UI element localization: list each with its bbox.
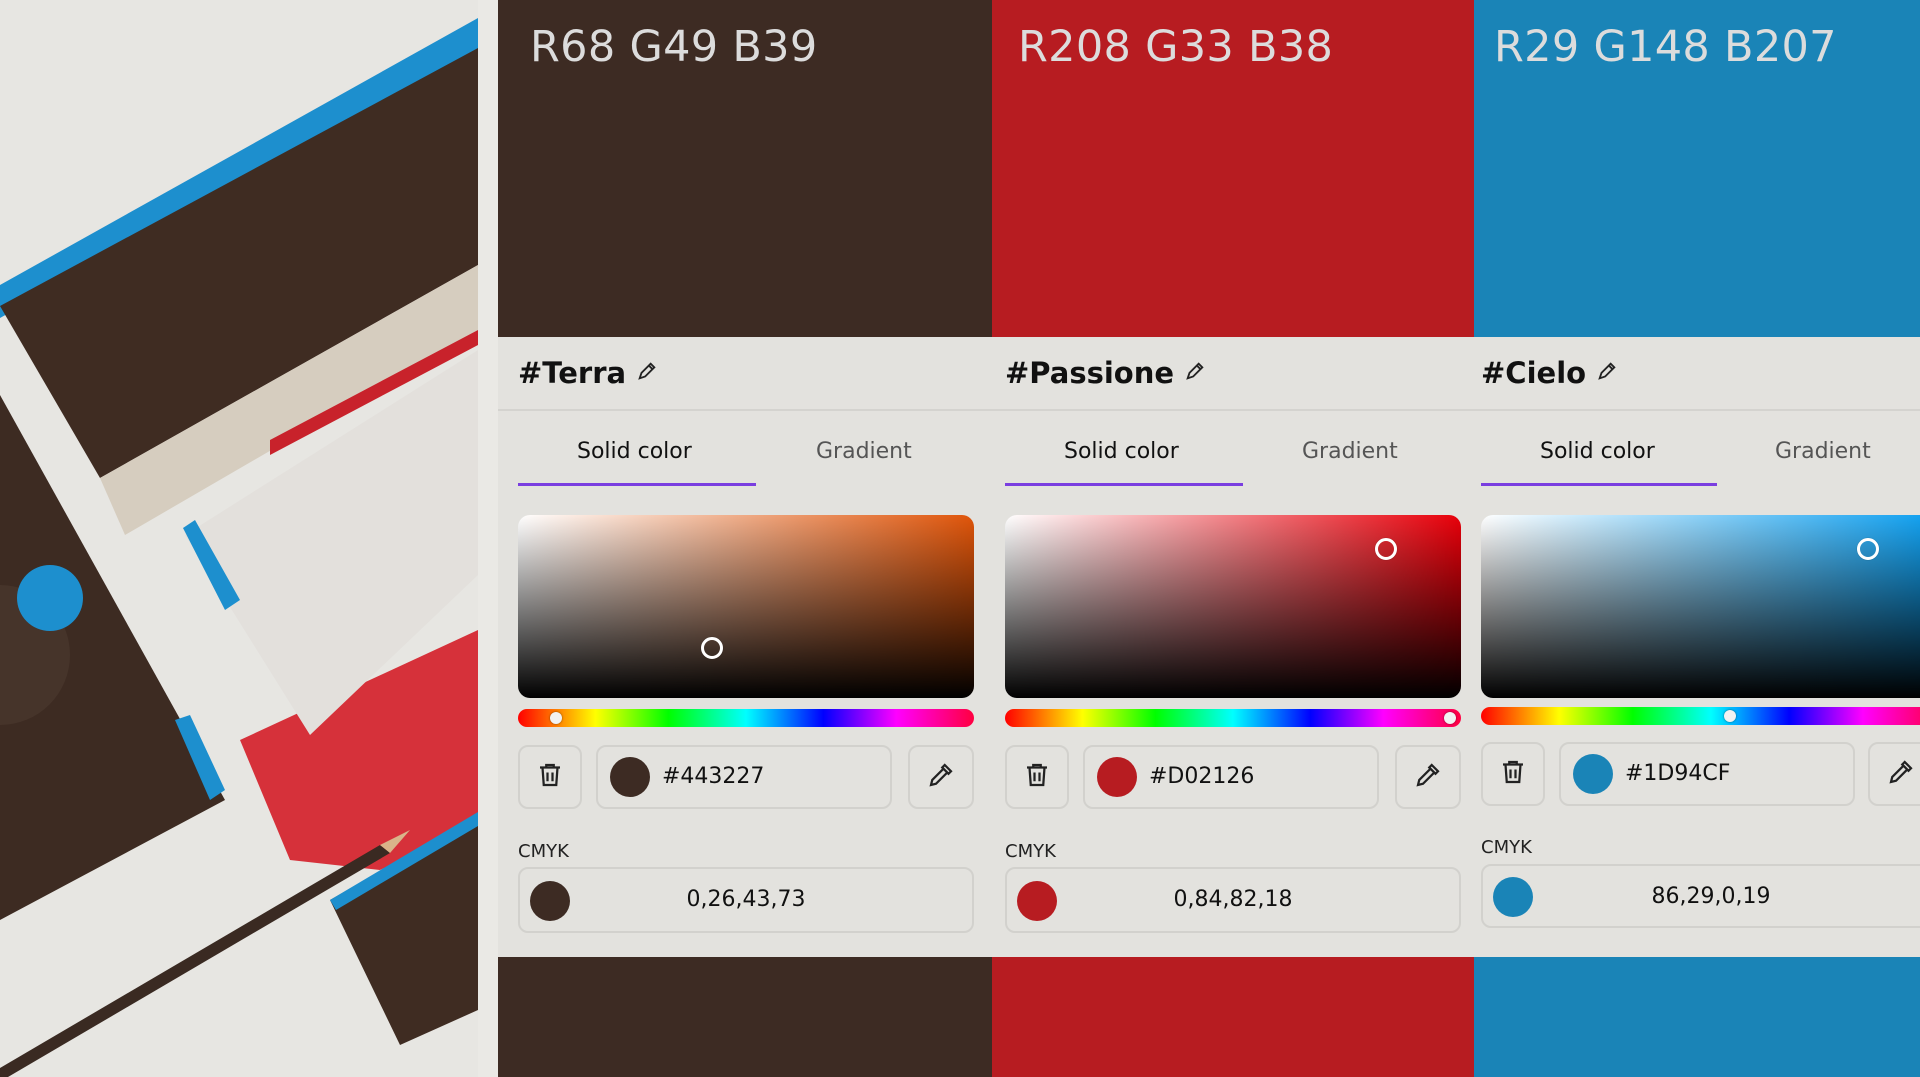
swatch-bottom <box>498 957 992 1077</box>
hue-slider[interactable] <box>518 709 974 727</box>
color-panel: #Cielo Solid color Gradient #1D94CF CMYK… <box>1474 337 1920 957</box>
hue-slider[interactable] <box>1481 707 1920 725</box>
delete-button[interactable] <box>1005 745 1069 809</box>
picker-handle[interactable] <box>1375 538 1397 560</box>
hex-input[interactable]: #D02126 <box>1083 745 1379 809</box>
color-name-row: #Cielo <box>1481 351 1618 395</box>
color-dot <box>1097 757 1137 797</box>
trash-icon <box>1498 757 1528 792</box>
picker-handle[interactable] <box>701 637 723 659</box>
color-card-terra: R68 G49 B39 #Terra Solid color Gradient … <box>498 0 992 1077</box>
color-dot <box>1573 754 1613 794</box>
color-name: #Cielo <box>1481 356 1587 390</box>
trash-icon <box>1022 760 1052 795</box>
swatch-bottom <box>992 957 1474 1077</box>
cmyk-value: 0,84,82,18 <box>1173 887 1293 912</box>
hex-value: #D02126 <box>1149 764 1255 789</box>
pencil-icon[interactable] <box>636 360 658 387</box>
tab-solid-color[interactable]: Solid color <box>1540 439 1655 464</box>
color-name-row: #Passione <box>1005 351 1206 395</box>
delete-button[interactable] <box>1481 742 1545 806</box>
eyedropper-icon <box>1413 760 1443 795</box>
eyedropper-button[interactable] <box>1395 745 1461 809</box>
color-card-cielo: R29 G148 B207 #Cielo Solid color Gradien… <box>1474 0 1920 1077</box>
tab-gradient[interactable]: Gradient <box>1302 439 1398 464</box>
picker-handle[interactable] <box>1857 538 1879 560</box>
color-panel: #Passione Solid color Gradient #D02126 C… <box>992 337 1474 957</box>
color-name-row: #Terra <box>518 351 658 395</box>
cmyk-field[interactable]: 0,84,82,18 <box>1005 867 1461 933</box>
pencil-icon[interactable] <box>1596 360 1618 387</box>
hue-slider[interactable] <box>1005 709 1461 727</box>
cmyk-label: CMYK <box>1481 837 1532 858</box>
rgb-label: R29 G148 B207 <box>1494 22 1837 72</box>
divider <box>1474 409 1920 411</box>
divider <box>992 409 1474 411</box>
cmyk-value: 0,26,43,73 <box>686 887 806 912</box>
active-tab-underline <box>518 483 756 486</box>
cmyk-field[interactable]: 86,29,0,19 <box>1481 864 1920 928</box>
hex-value: #443227 <box>662 764 765 789</box>
rgb-label: R208 G33 B38 <box>1018 22 1334 72</box>
cmyk-label: CMYK <box>1005 841 1056 862</box>
active-tab-underline <box>1481 483 1717 486</box>
cmyk-label: CMYK <box>518 841 569 862</box>
eyedropper-button[interactable] <box>908 745 974 809</box>
active-tab-underline <box>1005 483 1243 486</box>
saturation-picker[interactable] <box>1481 515 1920 698</box>
tab-solid-color[interactable]: Solid color <box>577 439 692 464</box>
color-dot <box>610 757 650 797</box>
saturation-picker[interactable] <box>1005 515 1461 698</box>
cmyk-value: 86,29,0,19 <box>1651 884 1771 909</box>
divider <box>498 409 992 411</box>
pencil-icon[interactable] <box>1184 360 1206 387</box>
hex-input[interactable]: #1D94CF <box>1559 742 1855 806</box>
hex-value: #1D94CF <box>1625 761 1731 786</box>
rgb-label: R68 G49 B39 <box>530 22 818 72</box>
tab-gradient[interactable]: Gradient <box>1775 439 1871 464</box>
color-name: #Passione <box>1005 356 1175 390</box>
eyedropper-button[interactable] <box>1868 742 1920 806</box>
eyedropper-icon <box>926 760 956 795</box>
color-card-passione: R208 G33 B38 #Passione Solid color Gradi… <box>992 0 1474 1077</box>
tab-solid-color[interactable]: Solid color <box>1064 439 1179 464</box>
color-name: #Terra <box>518 356 627 390</box>
collage-artwork <box>0 0 478 1077</box>
hue-knob[interactable] <box>1444 712 1456 724</box>
tab-gradient[interactable]: Gradient <box>816 439 912 464</box>
eyedropper-icon <box>1886 757 1916 792</box>
gutter <box>478 0 498 1077</box>
hue-knob[interactable] <box>550 712 562 724</box>
trash-icon <box>535 760 565 795</box>
color-panel: #Terra Solid color Gradient #443227 CMYK… <box>498 337 992 957</box>
hue-knob[interactable] <box>1724 710 1736 722</box>
delete-button[interactable] <box>518 745 582 809</box>
swatch-bottom <box>1474 957 1920 1077</box>
cmyk-field[interactable]: 0,26,43,73 <box>518 867 974 933</box>
hex-input[interactable]: #443227 <box>596 745 892 809</box>
saturation-picker[interactable] <box>518 515 974 698</box>
